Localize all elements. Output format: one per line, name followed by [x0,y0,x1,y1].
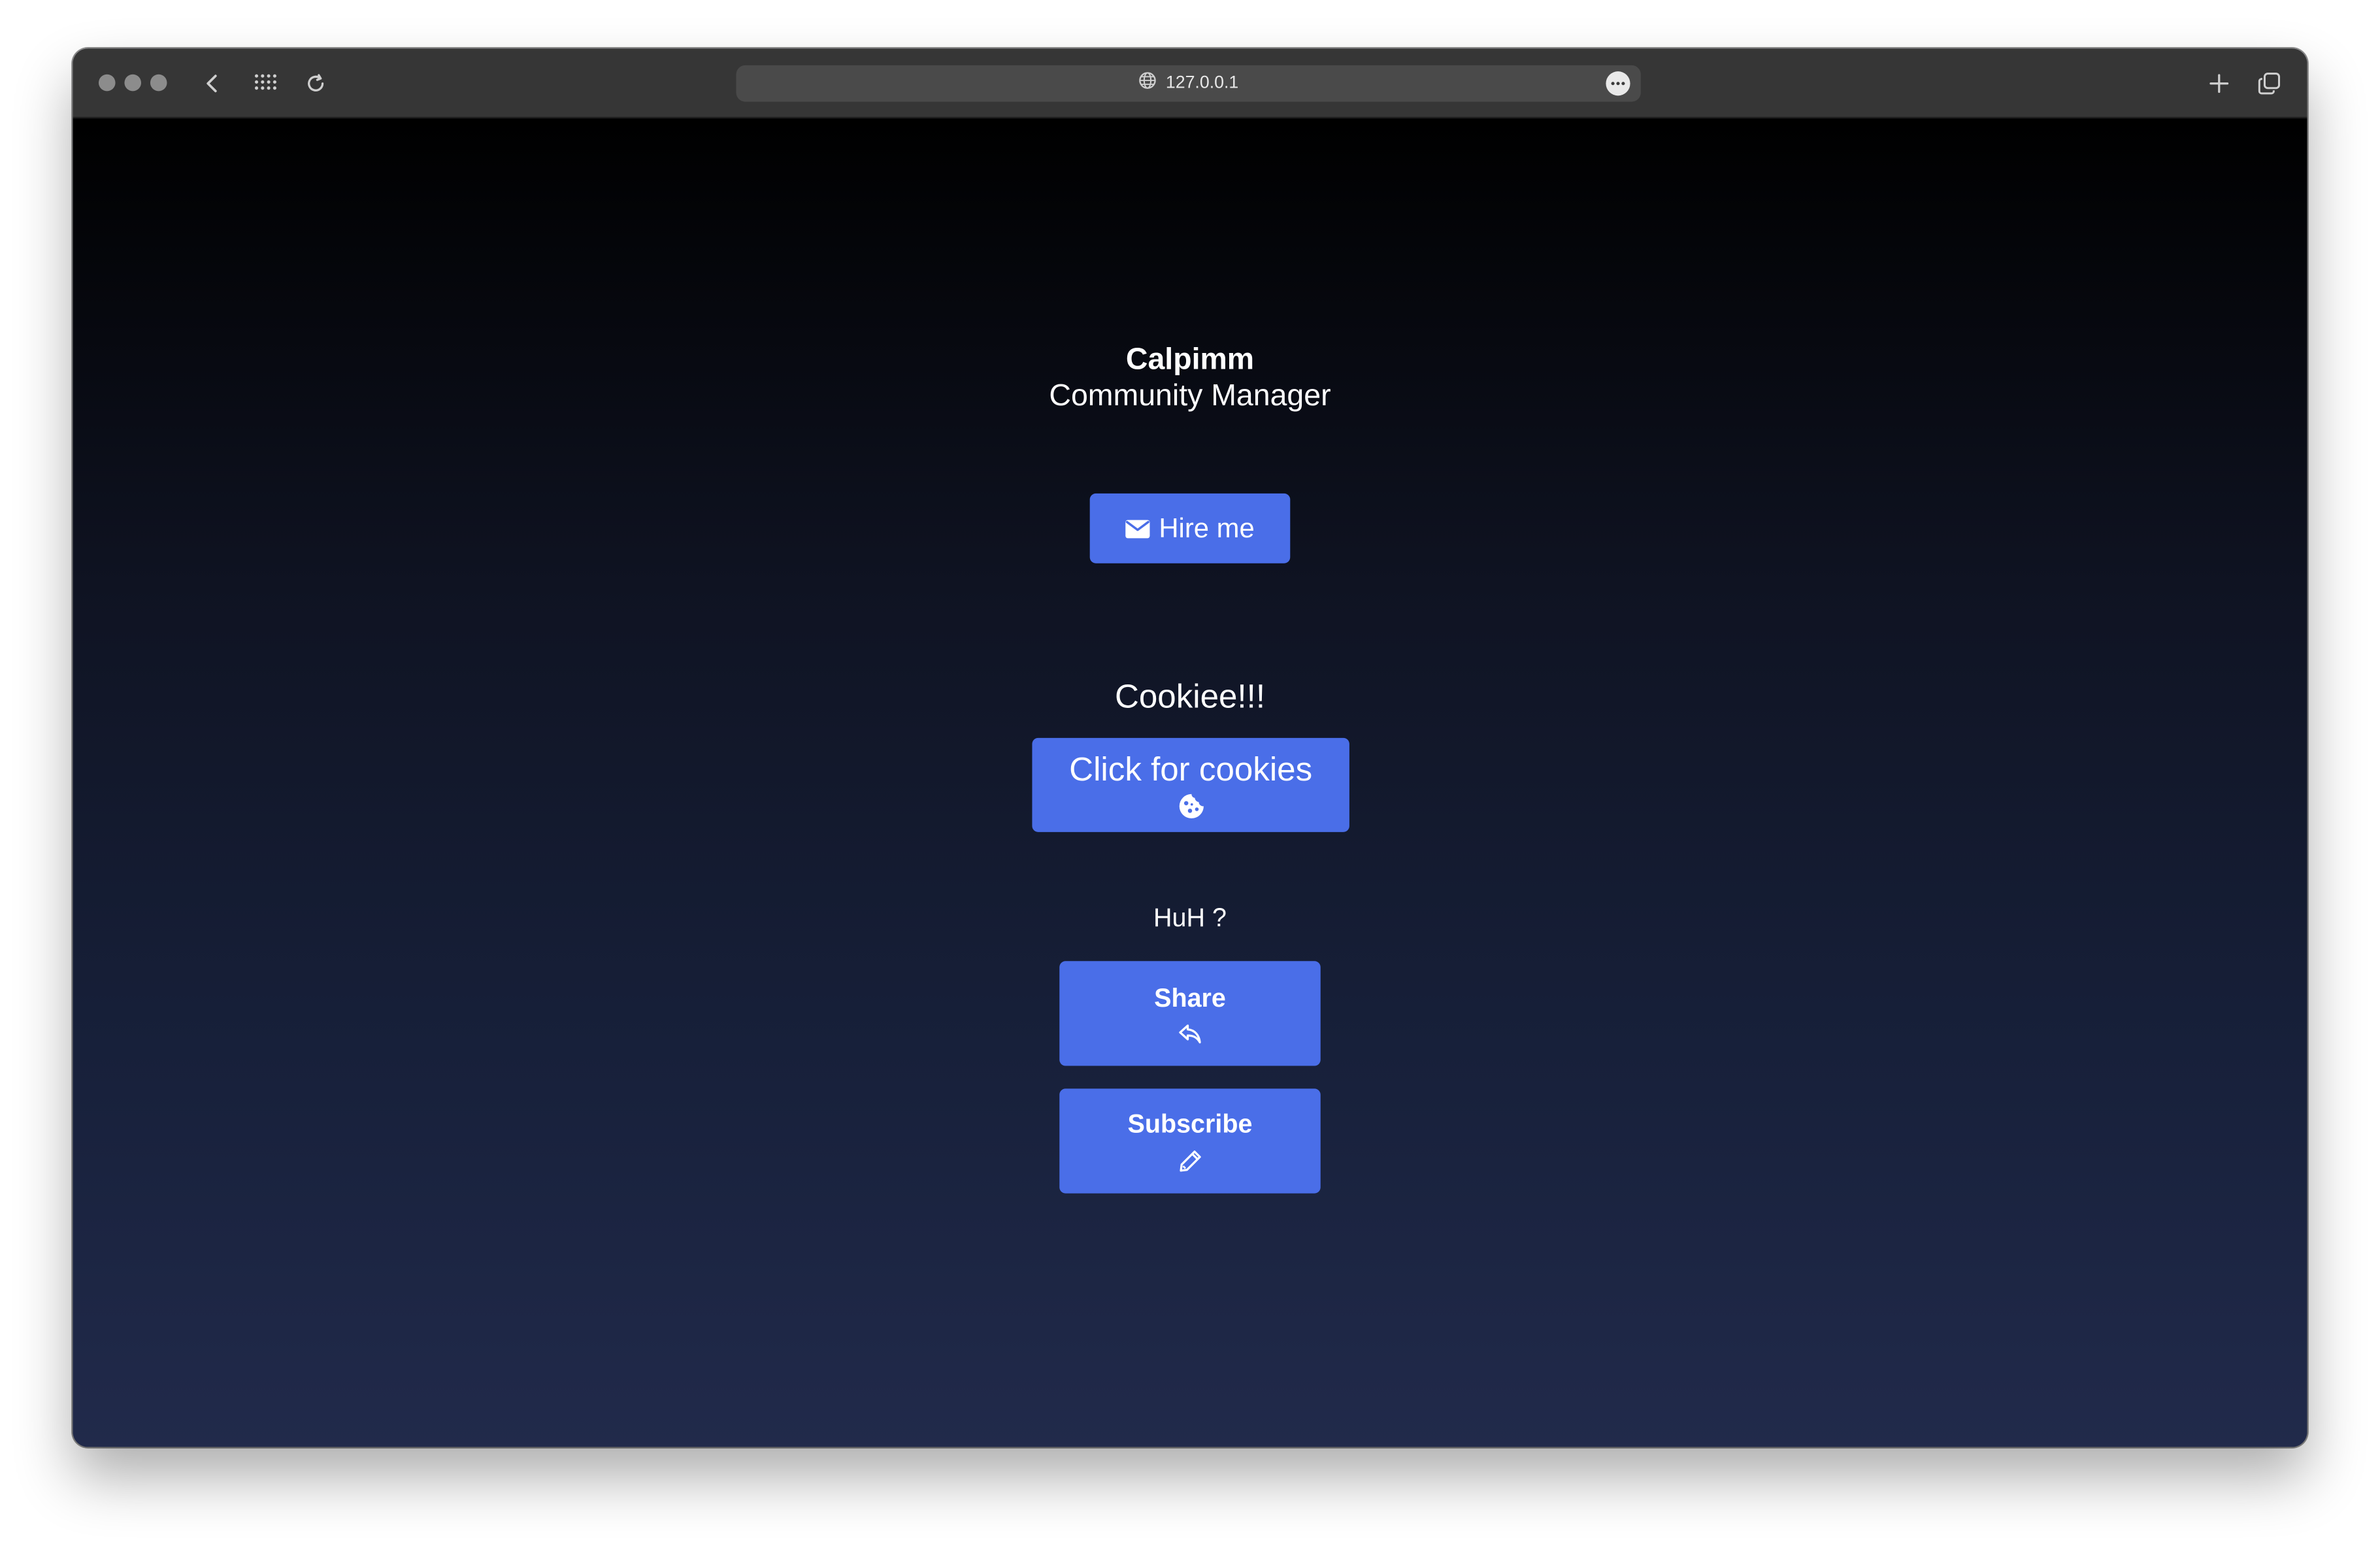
click-for-cookies-button[interactable]: Click for cookies [1032,737,1349,832]
envelope-icon [1125,518,1151,538]
share-button[interactable]: Share [1059,961,1321,1066]
window-close-dot[interactable] [98,74,116,92]
tabs-icon[interactable] [2253,67,2286,100]
profile-name: Calpimm [1125,343,1255,377]
browser-toolbar: 127.0.0.1 [73,48,2307,119]
window-zoom-dot[interactable] [150,74,167,92]
address-bar[interactable]: 127.0.0.1 [736,65,1641,102]
page-content: Calpimm Community Manager Hire me Cookie… [73,118,2307,1447]
subscribe-button[interactable]: Subscribe [1059,1088,1321,1194]
screen: 127.0.0.1 Calpimm Community Manager Hire [0,0,2380,1544]
plus-icon[interactable] [2202,67,2236,100]
hire-me-button[interactable]: Hire me [1089,493,1291,563]
share-icon [1178,1022,1202,1044]
back-icon[interactable] [196,67,229,100]
share-label: Share [1154,982,1226,1013]
url-text: 127.0.0.1 [1165,74,1239,93]
subscribe-label: Subscribe [1127,1109,1253,1138]
profile-role: Community Manager [1049,379,1331,413]
huh-heading: HuH ? [1153,903,1227,933]
more-icon[interactable] [1606,71,1630,96]
grid-icon[interactable] [249,67,282,100]
click-for-cookies-label: Click for cookies [1069,750,1313,788]
hire-me-label: Hire me [1159,512,1255,543]
pen-icon [1178,1149,1202,1173]
cookie-icon [1177,792,1204,820]
browser-window: 127.0.0.1 Calpimm Community Manager Hire [73,48,2307,1447]
globe-icon [1138,70,1157,97]
reload-icon[interactable] [299,67,333,100]
cookie-heading: Cookiee!!! [1114,677,1266,715]
window-minimize-dot[interactable] [124,74,142,92]
